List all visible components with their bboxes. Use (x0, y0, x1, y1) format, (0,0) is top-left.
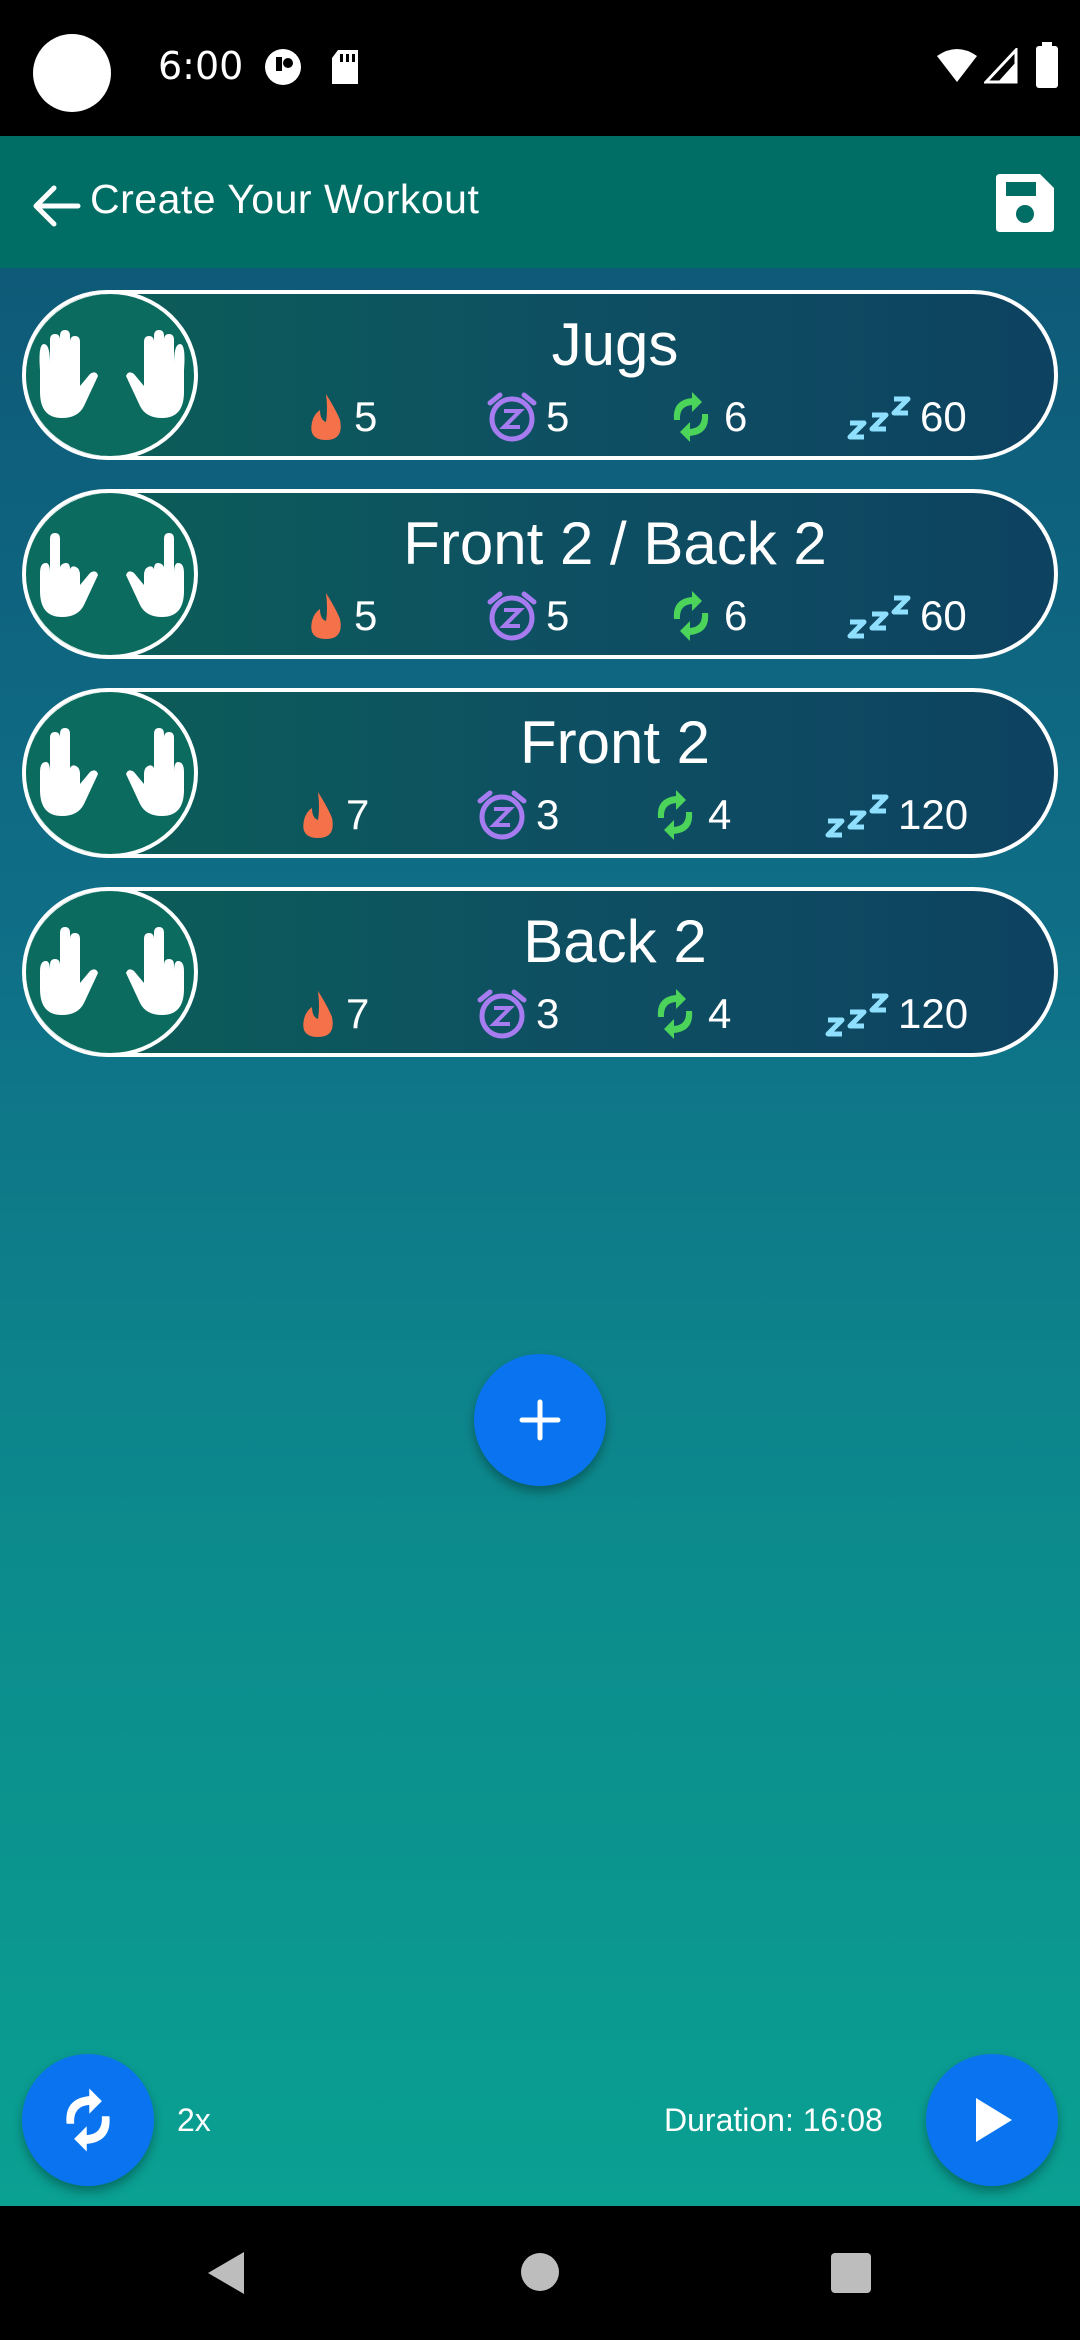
two-finger-hands-icon (40, 533, 184, 617)
exercise-card[interactable]: Back 2 7 3 4 120 (22, 887, 1058, 1057)
exercise-name: Front 2 / Back 2 (403, 510, 827, 577)
grip-badge (26, 294, 198, 456)
exercise-name: Jugs (551, 311, 679, 378)
rest-value: 60 (920, 592, 967, 639)
flame-icon (311, 394, 341, 440)
intensity-stat: 5 (306, 390, 377, 444)
repeat-icon (657, 790, 693, 840)
rest-stat: 120 (824, 788, 968, 842)
repeat-icon (657, 989, 693, 1039)
repeat-count: 2x (177, 2102, 211, 2138)
repeat-button[interactable] (22, 2054, 154, 2186)
battery-icon (1036, 42, 1058, 88)
duration-stat: 5 (486, 589, 569, 643)
duration-stat: 5 (486, 390, 569, 444)
exercise-name: Front 2 (519, 709, 711, 776)
reps-stat: 6 (666, 390, 747, 444)
duration-value: 5 (546, 592, 570, 639)
app-bar: Create Your Workout (0, 136, 1080, 268)
repeat-icon (673, 392, 709, 442)
reps-stat: 4 (650, 987, 731, 1041)
add-exercise-button[interactable] (474, 1354, 606, 1486)
intensity-value: 7 (346, 791, 370, 838)
alarm-icon (487, 591, 537, 641)
reps-value: 6 (724, 393, 748, 440)
workout-content: Jugs 5 5 6 60 Front 2 / Back 2 5 5 6 60 … (0, 268, 1080, 2206)
nav-home-icon[interactable] (520, 2252, 560, 2292)
sleep-icon (847, 396, 911, 440)
duration-label: Duration: 16:08 (664, 2102, 883, 2138)
duration-value: 3 (536, 791, 560, 838)
rest-value: 60 (920, 393, 967, 440)
reps-value: 6 (724, 592, 748, 639)
reps-value: 4 (708, 791, 732, 838)
exercise-card[interactable]: Front 2 7 3 4 120 (22, 688, 1058, 858)
rest-value: 120 (898, 791, 969, 838)
flame-icon (303, 991, 333, 1037)
page-title: Create Your Workout (90, 176, 480, 222)
save-icon[interactable] (994, 172, 1056, 234)
open-hands-icon (39, 330, 185, 418)
duration-stat: 3 (476, 788, 559, 842)
flame-icon (311, 593, 341, 639)
grip-badge (26, 493, 198, 655)
rest-stat: 60 (846, 589, 967, 643)
app-notification-icon (265, 49, 301, 85)
front-two-finger-hands-icon (40, 728, 184, 816)
intensity-stat: 7 (298, 987, 369, 1041)
flame-icon (303, 792, 333, 838)
rest-stat: 60 (846, 390, 967, 444)
sd-card-icon (332, 50, 358, 84)
duration-stat: 3 (476, 987, 559, 1041)
duration-value: 3 (536, 990, 560, 1037)
signal-icon (984, 48, 1018, 84)
play-icon (976, 2098, 1012, 2142)
back-two-finger-hands-icon (40, 927, 184, 1015)
rest-value: 120 (898, 990, 969, 1037)
back-arrow-icon[interactable] (28, 178, 84, 234)
status-time: 6:00 (158, 44, 244, 88)
nav-back-icon[interactable] (204, 2250, 248, 2296)
intensity-value: 5 (354, 592, 378, 639)
alarm-icon (487, 392, 537, 442)
rest-stat: 120 (824, 987, 968, 1041)
repeat-icon (673, 591, 709, 641)
play-button[interactable] (926, 2054, 1058, 2186)
reps-stat: 4 (650, 788, 731, 842)
repeat-icon (66, 2088, 110, 2152)
sleep-icon (825, 794, 889, 838)
intensity-value: 5 (354, 393, 378, 440)
duration-value: 5 (546, 393, 570, 440)
status-bar: 6:00 (0, 0, 1080, 136)
camera-cutout (33, 34, 111, 112)
plus-icon (519, 1399, 561, 1441)
grip-badge (26, 891, 198, 1053)
exercise-card[interactable]: Jugs 5 5 6 60 (22, 290, 1058, 460)
alarm-icon (477, 790, 527, 840)
intensity-value: 7 (346, 990, 370, 1037)
sleep-icon (825, 993, 889, 1037)
wifi-icon (937, 49, 977, 82)
intensity-stat: 5 (306, 589, 377, 643)
exercise-card[interactable]: Front 2 / Back 2 5 5 6 60 (22, 489, 1058, 659)
reps-stat: 6 (666, 589, 747, 643)
sleep-icon (847, 595, 911, 639)
nav-recents-icon[interactable] (830, 2252, 872, 2294)
exercise-list: Jugs 5 5 6 60 Front 2 / Back 2 5 5 6 60 … (22, 290, 1058, 1086)
exercise-name: Back 2 (523, 908, 707, 975)
system-nav-bar (0, 2206, 1080, 2340)
alarm-icon (477, 989, 527, 1039)
grip-badge (26, 692, 198, 854)
intensity-stat: 7 (298, 788, 369, 842)
reps-value: 4 (708, 990, 732, 1037)
